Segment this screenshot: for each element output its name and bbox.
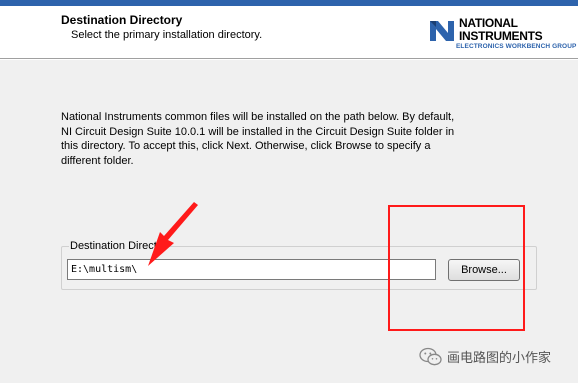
ni-eagle-icon — [430, 21, 454, 41]
page-subtitle: Select the primary installation director… — [71, 29, 263, 41]
national-instruments-logo: NATIONAL INSTRUMENTS ELECTRONICS WORKBEN… — [428, 15, 576, 55]
page-title: Destination Directory — [61, 13, 183, 27]
browse-button[interactable]: Browse... — [448, 259, 520, 281]
logo-word-national: NATIONAL — [459, 16, 518, 30]
destination-path-input[interactable] — [67, 259, 436, 280]
wizard-header: Destination Directory Select the primary… — [0, 6, 578, 59]
watermark: 画电路图的小作家 — [419, 345, 571, 369]
logo-word-instruments: INSTRUMENTS — [459, 29, 543, 43]
logo-tagline: ELECTRONICS WORKBENCH GROUP — [456, 43, 577, 50]
destination-directory-label: Destination Directory — [69, 240, 159, 252]
install-description: National Instruments common files will b… — [61, 111, 455, 167]
watermark-text: 画电路图的小作家 — [447, 351, 552, 366]
wechat-icon — [419, 347, 442, 366]
